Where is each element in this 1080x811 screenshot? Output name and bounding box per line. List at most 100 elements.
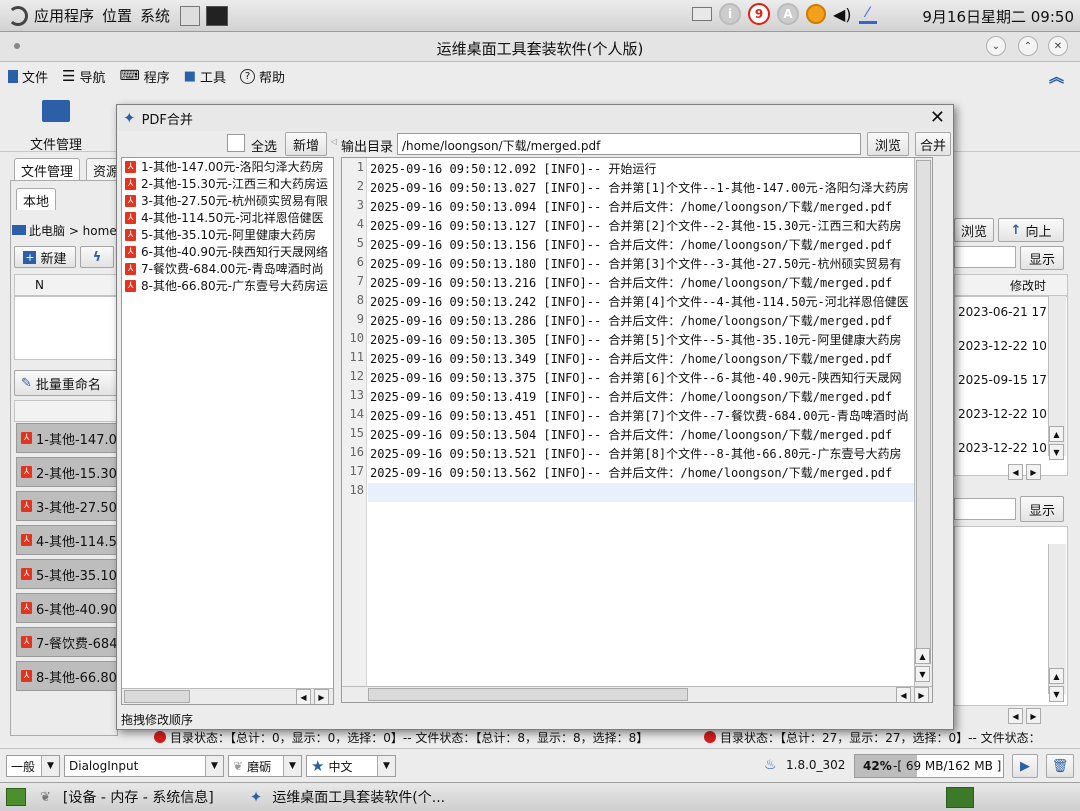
scroll-down-button[interactable]: ▼ (1049, 444, 1064, 460)
menu-navigate[interactable]: ☰ 导航 (62, 67, 105, 86)
dialog-title-bar: ✦ PDF合并 ✕ (117, 105, 953, 131)
system-menu-system[interactable]: 系统 (140, 5, 170, 26)
tab-file-manager[interactable]: 文件管理 (14, 158, 81, 180)
right-browse-button[interactable]: 浏览 (954, 218, 994, 242)
network-user-icon[interactable]: ⁄ (858, 4, 877, 24)
trash-button[interactable]: 🗑 (1046, 754, 1074, 778)
account-icon[interactable]: A (777, 3, 799, 25)
list-item[interactable]: ⅄ 2-其他-15.30元-江西三和大药房运 (122, 175, 333, 192)
splitter-arrow-icon[interactable]: ◁ (331, 137, 337, 146)
vscroll-thumb[interactable] (916, 160, 931, 664)
up-button[interactable]: ↑ 向上 (998, 218, 1064, 242)
terminal-icon[interactable] (206, 5, 229, 26)
new-button[interactable]: + 新建 (14, 246, 76, 268)
menu-tools[interactable]: ■ 工具 (184, 67, 226, 86)
lightning-button[interactable]: ϟ (80, 246, 114, 268)
scroll-left-button[interactable]: ◀ (296, 689, 311, 704)
taskbar-item-sysinfo[interactable]: [设备 - 内存 - 系统信息] (63, 787, 214, 807)
debian-swirl-icon[interactable] (8, 5, 28, 26)
system-menu-applications[interactable]: 应用程序 (34, 5, 94, 26)
theme-select[interactable]: ❦ 磨砺 ▼ (228, 755, 302, 777)
column-n[interactable]: N (35, 278, 44, 292)
left-row-text: 1-其他-147.0 (36, 432, 117, 448)
volume-icon[interactable]: ◀) (833, 5, 852, 24)
scroll-up-button[interactable]: ▲ (1049, 668, 1064, 684)
pdf-icon: ⅄ (125, 245, 136, 258)
batch-rename-button[interactable]: ✎ 批量重命名 (14, 370, 118, 396)
language-select[interactable]: ★ 中文 ▼ (306, 755, 396, 777)
scroll-down-button[interactable]: ▼ (915, 666, 930, 682)
right-show-button-2[interactable]: 显示 (1020, 496, 1064, 522)
play-button[interactable]: ▶ (1012, 754, 1038, 778)
file-icon (8, 69, 18, 83)
taskbar-item-app[interactable]: 运维桌面工具套装软件(个... (272, 787, 445, 807)
list-item[interactable]: ⅄ 5-其他-35.10 (16, 559, 120, 589)
minimize-button[interactable]: ⌄ (986, 36, 1006, 56)
scroll-down-button[interactable]: ▼ (1049, 686, 1064, 702)
output-browse-button[interactable]: 浏览 (867, 132, 909, 156)
log-vertical-scrollbar[interactable] (914, 158, 932, 686)
right-filter-input-2[interactable] (954, 498, 1016, 520)
list-item[interactable]: ⅄ 4-其他-114.5 (16, 525, 120, 555)
dialog-close-icon[interactable]: ✕ (930, 107, 945, 128)
add-button[interactable]: 新增 (285, 132, 327, 156)
line-number: 7 (356, 274, 364, 288)
path-text[interactable]: 此电脑 > home (29, 222, 117, 239)
tray-app-icon[interactable] (946, 787, 974, 808)
select-all-checkbox[interactable] (227, 134, 245, 152)
list-item[interactable]: ⅄ 4-其他-114.50元-河北祥恩倍健医 (122, 209, 333, 226)
list-item[interactable]: ⅄ 3-其他-27.50 (16, 491, 120, 521)
mode-select[interactable]: 一般 ▼ (6, 755, 60, 777)
list-item[interactable]: ⅄ 8-其他-66.80 (16, 661, 120, 691)
scroll-left-button[interactable]: ◀ (1008, 464, 1023, 480)
file-list-hscroll[interactable]: ◀ ▶ (122, 688, 333, 704)
merge-button[interactable]: 合并 (915, 132, 951, 156)
menu-file[interactable]: 文件 (8, 67, 48, 86)
scroll-right-button[interactable]: ▶ (1026, 464, 1041, 480)
system-menu-places[interactable]: 位置 (102, 5, 132, 26)
scroll-right-button[interactable]: ▶ (914, 687, 929, 702)
toolbar-file-manager-label[interactable]: 文件管理 (30, 134, 82, 153)
scroll-right-button[interactable]: ▶ (1026, 708, 1041, 724)
scroll-right-button[interactable]: ▶ (314, 689, 329, 704)
menu-help[interactable]: ? 帮助 (240, 67, 285, 86)
tab-local[interactable]: 本地 (16, 188, 57, 210)
list-item[interactable]: ⅄ 2-其他-15.30 (16, 457, 120, 487)
calculator-icon[interactable] (180, 5, 201, 26)
maximize-button[interactable]: ⌃ (1018, 36, 1038, 56)
log-horizontal-scrollbar[interactable]: ◀ ▶ (342, 686, 932, 702)
scroll-up-button[interactable]: ▲ (1049, 426, 1064, 442)
notification-badge[interactable]: 9 (748, 3, 770, 25)
font-select[interactable]: DialogInput ▼ (64, 755, 224, 777)
right-filter-input[interactable] (954, 246, 1016, 268)
scroll-left-button[interactable]: ◀ (1008, 708, 1023, 724)
memory-bar[interactable]: 42% -[ 69 MB/162 MB ] (854, 754, 1004, 778)
scroll-up-button[interactable]: ▲ (915, 648, 930, 664)
right-show-button[interactable]: 显示 (1020, 246, 1064, 270)
list-item[interactable]: ⅄ 6-其他-40.90 (16, 593, 120, 623)
show-desktop-icon[interactable] (6, 788, 26, 806)
list-item[interactable]: ⅄ 5-其他-35.10元-阿里健康大药房 (122, 226, 333, 243)
select-all-label[interactable]: 全选 (251, 136, 277, 155)
folder-open-icon[interactable] (42, 100, 70, 122)
list-item[interactable]: ⅄ 8-其他-66.80元-广东壹号大药房运 (122, 277, 333, 294)
list-item[interactable]: ⅄ 3-其他-27.50元-杭州硕实贸易有限 (122, 192, 333, 209)
list-item[interactable]: ⅄ 1-其他-147.0 (16, 423, 120, 453)
list-item[interactable]: ⅄ 7-餐饮费-684.00元-青岛啤酒时尚 (122, 260, 333, 277)
scroll-left-button[interactable]: ◀ (896, 687, 911, 702)
list-item[interactable]: ⅄ 1-其他-147.00元-洛阳匀泽大药房 (122, 158, 333, 175)
collapse-chevron-icon[interactable]: ︽ (1049, 66, 1064, 87)
list-item[interactable]: ⅄ 6-其他-40.90元-陕西知行天晟网络 (122, 243, 333, 260)
info-icon[interactable]: i (719, 3, 741, 25)
output-path-input[interactable]: /home/loongson/下载/merged.pdf (397, 133, 861, 155)
hscroll-thumb[interactable] (124, 690, 190, 703)
line-number: 6 (356, 255, 364, 269)
menu-program[interactable]: ⌨ 程序 (119, 67, 169, 86)
update-sun-icon[interactable] (806, 4, 826, 24)
list-item[interactable]: ⅄ 7-餐饮费-684 (16, 627, 120, 657)
keyboard-icon[interactable] (692, 7, 712, 21)
clock[interactable]: 9月16日星期二 09:50 (922, 6, 1074, 27)
column-modified[interactable]: 修改时 (1010, 277, 1046, 294)
hscroll-thumb[interactable] (368, 688, 688, 701)
close-button[interactable]: ✕ (1048, 36, 1068, 56)
